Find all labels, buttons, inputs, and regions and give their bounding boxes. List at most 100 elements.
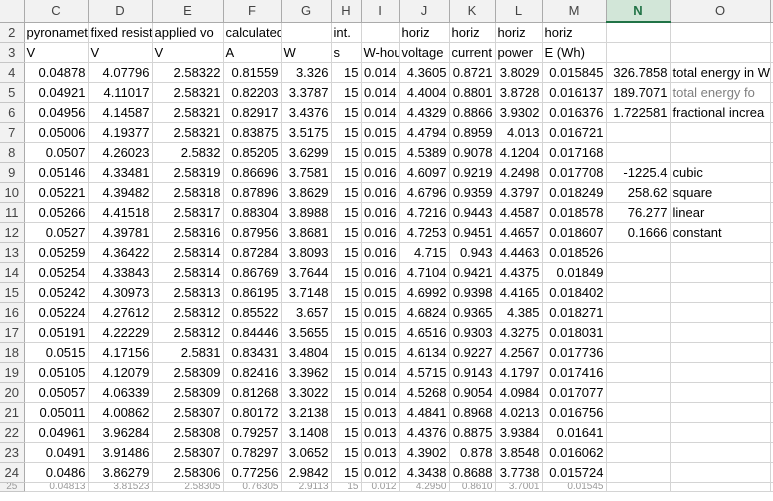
cell-n13[interactable] — [606, 242, 671, 263]
cell-m24[interactable]: 0.015724 — [542, 462, 607, 483]
row-header-2[interactable]: 2 — [0, 22, 25, 43]
cell-f18[interactable]: 0.83431 — [223, 342, 282, 363]
cell-g19[interactable]: 3.3962 — [281, 362, 332, 383]
cell-c3[interactable]: V — [24, 42, 89, 63]
cell-e5[interactable]: 2.58321 — [152, 82, 224, 103]
cell-o11[interactable]: linear — [670, 202, 771, 223]
cell-k25[interactable]: 0.8610 — [449, 482, 496, 492]
cell-m3[interactable]: E (Wh) — [542, 42, 607, 63]
cell-l7[interactable]: 4.013 — [495, 122, 543, 143]
cell-i9[interactable]: 0.016 — [361, 162, 400, 183]
cell-d12[interactable]: 4.39781 — [88, 222, 153, 243]
cell-m9[interactable]: 0.017708 — [542, 162, 607, 183]
cell-l23[interactable]: 3.8548 — [495, 442, 543, 463]
cell-d13[interactable]: 4.36422 — [88, 242, 153, 263]
cell-f21[interactable]: 0.80172 — [223, 402, 282, 423]
cell-h8[interactable]: 15 — [331, 142, 362, 163]
cell-i14[interactable]: 0.016 — [361, 262, 400, 283]
cell-g6[interactable]: 3.4376 — [281, 102, 332, 123]
row-header-5[interactable]: 5 — [0, 82, 25, 103]
cell-c4[interactable]: 0.04878 — [24, 62, 89, 83]
cell-k11[interactable]: 0.9443 — [449, 202, 496, 223]
cell-l10[interactable]: 4.3797 — [495, 182, 543, 203]
cell-o21[interactable] — [670, 402, 771, 423]
cell-i5[interactable]: 0.014 — [361, 82, 400, 103]
cell-o2[interactable] — [670, 22, 771, 43]
cell-d9[interactable]: 4.33481 — [88, 162, 153, 183]
cell-d2[interactable]: fixed resist — [88, 22, 153, 43]
cell-n9[interactable]: -1225.4 — [606, 162, 671, 183]
cell-g13[interactable]: 3.8093 — [281, 242, 332, 263]
cell-o12[interactable]: constant — [670, 222, 771, 243]
cell-g7[interactable]: 3.5175 — [281, 122, 332, 143]
cell-e20[interactable]: 2.58309 — [152, 382, 224, 403]
cell-m12[interactable]: 0.018607 — [542, 222, 607, 243]
cell-k7[interactable]: 0.8959 — [449, 122, 496, 143]
cell-l5[interactable]: 3.8728 — [495, 82, 543, 103]
column-header-f[interactable]: F — [223, 0, 282, 23]
cell-k5[interactable]: 0.8801 — [449, 82, 496, 103]
cell-j17[interactable]: 4.6516 — [399, 322, 450, 343]
cell-o8[interactable] — [670, 142, 771, 163]
cell-c6[interactable]: 0.04956 — [24, 102, 89, 123]
cell-e21[interactable]: 2.58307 — [152, 402, 224, 423]
row-header-18[interactable]: 18 — [0, 342, 25, 363]
cell-j13[interactable]: 4.715 — [399, 242, 450, 263]
cell-c19[interactable]: 0.05105 — [24, 362, 89, 383]
cell-k15[interactable]: 0.9398 — [449, 282, 496, 303]
cell-d18[interactable]: 4.17156 — [88, 342, 153, 363]
cell-m19[interactable]: 0.017416 — [542, 362, 607, 383]
cell-c15[interactable]: 0.05242 — [24, 282, 89, 303]
cell-o3[interactable] — [670, 42, 771, 63]
column-header-o[interactable]: O — [670, 0, 771, 23]
column-header-g[interactable]: G — [281, 0, 332, 23]
cell-h24[interactable]: 15 — [331, 462, 362, 483]
cell-e9[interactable]: 2.58319 — [152, 162, 224, 183]
row-header-17[interactable]: 17 — [0, 322, 25, 343]
cell-m17[interactable]: 0.018031 — [542, 322, 607, 343]
cell-k9[interactable]: 0.9219 — [449, 162, 496, 183]
column-header-d[interactable]: D — [88, 0, 153, 23]
cell-l19[interactable]: 4.1797 — [495, 362, 543, 383]
cell-d6[interactable]: 4.14587 — [88, 102, 153, 123]
cell-h16[interactable]: 15 — [331, 302, 362, 323]
cell-o13[interactable] — [670, 242, 771, 263]
cell-k3[interactable]: current — [449, 42, 496, 63]
cell-h14[interactable]: 15 — [331, 262, 362, 283]
cell-g24[interactable]: 2.9842 — [281, 462, 332, 483]
cell-o18[interactable] — [670, 342, 771, 363]
cell-g25[interactable]: 2.9113 — [281, 482, 332, 492]
cell-i16[interactable]: 0.015 — [361, 302, 400, 323]
cell-n16[interactable] — [606, 302, 671, 323]
cell-k13[interactable]: 0.943 — [449, 242, 496, 263]
cell-j22[interactable]: 4.4376 — [399, 422, 450, 443]
cell-h2[interactable]: int. — [331, 22, 362, 43]
cell-n19[interactable] — [606, 362, 671, 383]
cell-j9[interactable]: 4.6097 — [399, 162, 450, 183]
row-header-9[interactable]: 9 — [0, 162, 25, 183]
row-header-13[interactable]: 13 — [0, 242, 25, 263]
cell-d4[interactable]: 4.07796 — [88, 62, 153, 83]
cell-e2[interactable]: applied vo — [152, 22, 224, 43]
cell-n15[interactable] — [606, 282, 671, 303]
cell-d23[interactable]: 3.91486 — [88, 442, 153, 463]
cell-g22[interactable]: 3.1408 — [281, 422, 332, 443]
cell-j12[interactable]: 4.7253 — [399, 222, 450, 243]
cell-c13[interactable]: 0.05259 — [24, 242, 89, 263]
cell-l20[interactable]: 4.0984 — [495, 382, 543, 403]
cell-d7[interactable]: 4.19377 — [88, 122, 153, 143]
cell-f24[interactable]: 0.77256 — [223, 462, 282, 483]
cell-m10[interactable]: 0.018249 — [542, 182, 607, 203]
cell-n17[interactable] — [606, 322, 671, 343]
cell-j14[interactable]: 4.7104 — [399, 262, 450, 283]
cell-m2[interactable]: horiz — [542, 22, 607, 43]
cell-l2[interactable]: horiz — [495, 22, 543, 43]
cell-o4[interactable]: total energy in W — [670, 62, 771, 83]
cell-h5[interactable]: 15 — [331, 82, 362, 103]
cell-k22[interactable]: 0.8875 — [449, 422, 496, 443]
cell-k14[interactable]: 0.9421 — [449, 262, 496, 283]
cell-d14[interactable]: 4.33843 — [88, 262, 153, 283]
cell-o9[interactable]: cubic — [670, 162, 771, 183]
cell-n5[interactable]: 189.7071 — [606, 82, 671, 103]
row-header-11[interactable]: 11 — [0, 202, 25, 223]
